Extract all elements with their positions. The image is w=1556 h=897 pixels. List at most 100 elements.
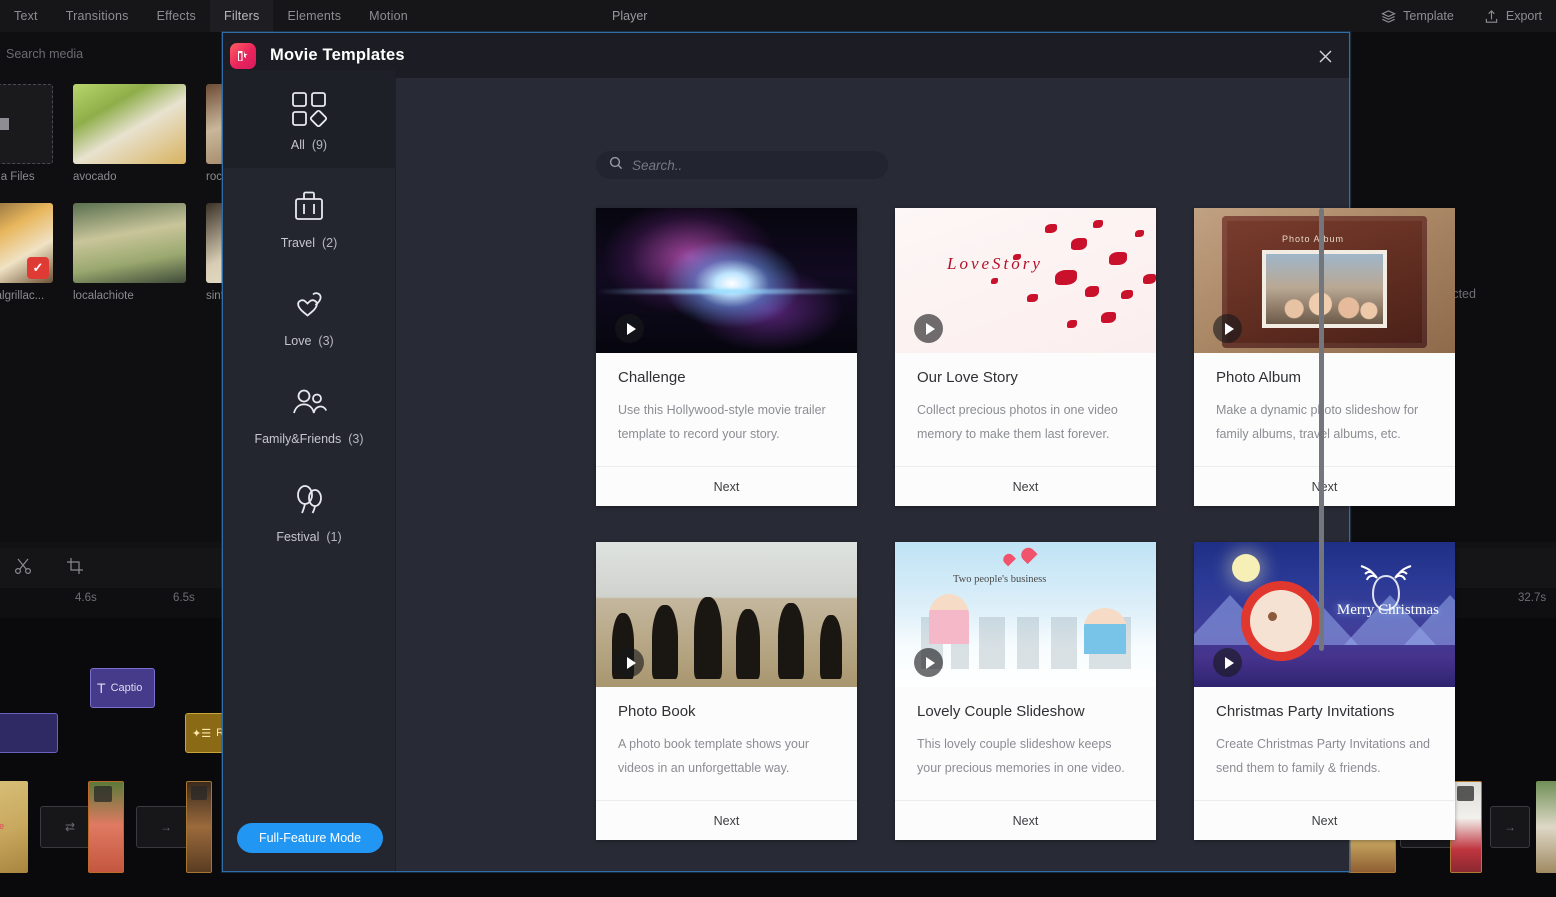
template-description: Create Christmas Party Invitations and s… — [1216, 737, 1430, 775]
santa-figure — [1250, 590, 1312, 652]
crop-icon[interactable] — [66, 557, 84, 580]
grid-diamond-icon — [288, 86, 330, 132]
template-description: Collect precious photos in one video mem… — [917, 403, 1118, 441]
template-card[interactable]: Photo Album Photo Album Make a dynamic p… — [1194, 208, 1455, 506]
tab-transitions[interactable]: Transitions — [52, 0, 143, 32]
next-button[interactable]: Next — [1194, 800, 1455, 840]
play-icon[interactable] — [615, 314, 644, 343]
templates-content: Search.. Challenge Use this Hollywood-st… — [396, 78, 1455, 871]
sidebar-item-festival[interactable]: Festival (1) — [223, 462, 395, 560]
template-card-grid: Challenge Use this Hollywood-style movie… — [596, 208, 1481, 848]
player-tab[interactable]: Player — [600, 0, 659, 32]
tab-filters[interactable]: Filters — [210, 0, 274, 32]
template-description: This lovely couple slideshow keeps your … — [917, 737, 1125, 775]
tab-effects[interactable]: Effects — [143, 0, 210, 32]
moon-shape — [1232, 554, 1260, 582]
title-clip-text: Your te — [0, 821, 5, 831]
export-button[interactable]: Export — [1478, 9, 1548, 24]
template-card[interactable]: Photo Book A photo book template shows y… — [596, 542, 857, 840]
layers-icon — [1381, 9, 1397, 24]
timeline-video-thumb[interactable] — [1536, 781, 1556, 873]
template-title: Lovely Couple Slideshow — [917, 703, 1085, 720]
media-item-label: localachiote — [73, 290, 134, 302]
sticker-icon: ✦☰ — [192, 727, 212, 740]
templates-scrollbar[interactable] — [1319, 208, 1324, 651]
play-icon[interactable] — [1213, 648, 1242, 677]
import-dropzone[interactable] — [0, 84, 53, 164]
balloons-icon — [288, 478, 330, 524]
topbar-actions: Template Export — [1375, 0, 1548, 32]
media-thumbnail[interactable] — [73, 84, 186, 164]
category-label: Travel — [280, 236, 315, 250]
movie-templates-dialog: Movie Templates All (9) Travel (2) Love … — [222, 32, 1455, 872]
template-search-input[interactable]: Search.. — [632, 158, 682, 173]
dialog-body: All (9) Travel (2) Love (3) Family&Frien… — [223, 70, 1455, 871]
media-item-angostinos[interactable]: ✓ angostinosalgrillac... — [0, 203, 73, 302]
sidebar-item-family-friends-label: Family&Friends (3) — [254, 432, 363, 446]
template-search-box[interactable]: Search.. — [596, 151, 888, 179]
close-icon[interactable] — [1311, 42, 1339, 70]
text-tool-icon: T — [97, 680, 106, 696]
stack-icon — [191, 786, 207, 800]
category-count: (1) — [326, 530, 342, 544]
template-card-body: Photo Album Make a dynamic photo slidesh… — [1194, 353, 1455, 466]
media-item-import[interactable]: Import Media Files — [0, 84, 73, 183]
next-button[interactable]: Next — [596, 800, 857, 840]
template-card[interactable]: Challenge Use this Hollywood-style movie… — [596, 208, 857, 506]
template-thumbnail[interactable]: LoveStory — [895, 208, 1156, 353]
media-item-label: avocado — [73, 171, 117, 183]
ruler-mark: 32.7s — [1518, 592, 1547, 604]
timeline-effect-clip[interactable] — [0, 713, 58, 753]
timeline-caption-clip[interactable]: T Captio — [90, 668, 155, 708]
next-button[interactable]: Next — [895, 800, 1156, 840]
category-sidebar: All (9) Travel (2) Love (3) Family&Frien… — [223, 70, 396, 871]
play-icon[interactable] — [1213, 314, 1242, 343]
tab-text[interactable]: Text — [0, 0, 52, 32]
media-thumbnail[interactable]: ✓ — [0, 203, 53, 283]
movie-templates-logo-icon — [230, 42, 256, 69]
full-feature-mode-button[interactable]: Full-Feature Mode — [237, 823, 383, 853]
sidebar-item-all[interactable]: All (9) — [223, 70, 395, 168]
template-thumbnail[interactable] — [596, 542, 857, 687]
template-card-body: Photo Book A photo book template shows y… — [596, 687, 857, 800]
template-card[interactable]: LoveStory Our Love Story Collect preciou… — [895, 208, 1156, 506]
media-thumbnail[interactable] — [73, 203, 186, 283]
scissors-icon[interactable] — [14, 557, 32, 580]
timeline-transition[interactable]: → — [1490, 806, 1530, 848]
template-thumbnail[interactable] — [596, 208, 857, 353]
tab-elements[interactable]: Elements — [273, 0, 355, 32]
tab-motion[interactable]: Motion — [355, 0, 422, 32]
template-thumbnail[interactable]: Two people's business — [895, 542, 1156, 687]
timeline-video-thumb[interactable]: Your te — [0, 781, 28, 873]
media-item-avocado[interactable]: avocado — [73, 84, 206, 183]
ruler-mark: 4.6s — [75, 592, 97, 604]
sidebar-item-family-friends[interactable]: Family&Friends (3) — [223, 364, 395, 462]
play-icon[interactable] — [914, 314, 943, 343]
selected-check-icon: ✓ — [27, 257, 49, 279]
scrollbar-thumb[interactable] — [1319, 208, 1324, 651]
timeline-video-thumb[interactable] — [186, 781, 212, 873]
play-icon[interactable] — [914, 648, 943, 677]
next-button[interactable]: Next — [895, 466, 1156, 506]
play-icon[interactable] — [615, 648, 644, 677]
template-card[interactable]: Two people's business Lovely Couple Slid… — [895, 542, 1156, 840]
album-photo — [1262, 250, 1387, 328]
two-people-icon — [288, 380, 330, 426]
category-label: Festival — [276, 530, 320, 544]
template-button[interactable]: Template — [1375, 9, 1460, 24]
couple-artwork-text: Two people's business — [953, 574, 1047, 585]
suitcase-icon — [288, 184, 330, 230]
template-card-body: Lovely Couple Slideshow This lovely coup… — [895, 687, 1156, 800]
media-item-localachiote[interactable]: localachiote — [73, 203, 206, 302]
template-thumbnail[interactable]: Photo Album — [1194, 208, 1455, 353]
sidebar-item-love[interactable]: Love (3) — [223, 266, 395, 364]
timeline-video-thumb[interactable] — [88, 781, 124, 873]
template-card[interactable]: Merry Christmas Christmas Party Invitati… — [1194, 542, 1455, 840]
album-artwork-text: Photo Album — [1282, 234, 1345, 244]
sidebar-item-travel[interactable]: Travel (2) — [223, 168, 395, 266]
next-button[interactable]: Next — [596, 466, 857, 506]
sidebar-item-festival-label: Festival (1) — [276, 530, 341, 544]
template-thumbnail[interactable]: Merry Christmas — [1194, 542, 1455, 687]
next-button[interactable]: Next — [1194, 466, 1455, 506]
category-label: Love — [284, 334, 312, 348]
